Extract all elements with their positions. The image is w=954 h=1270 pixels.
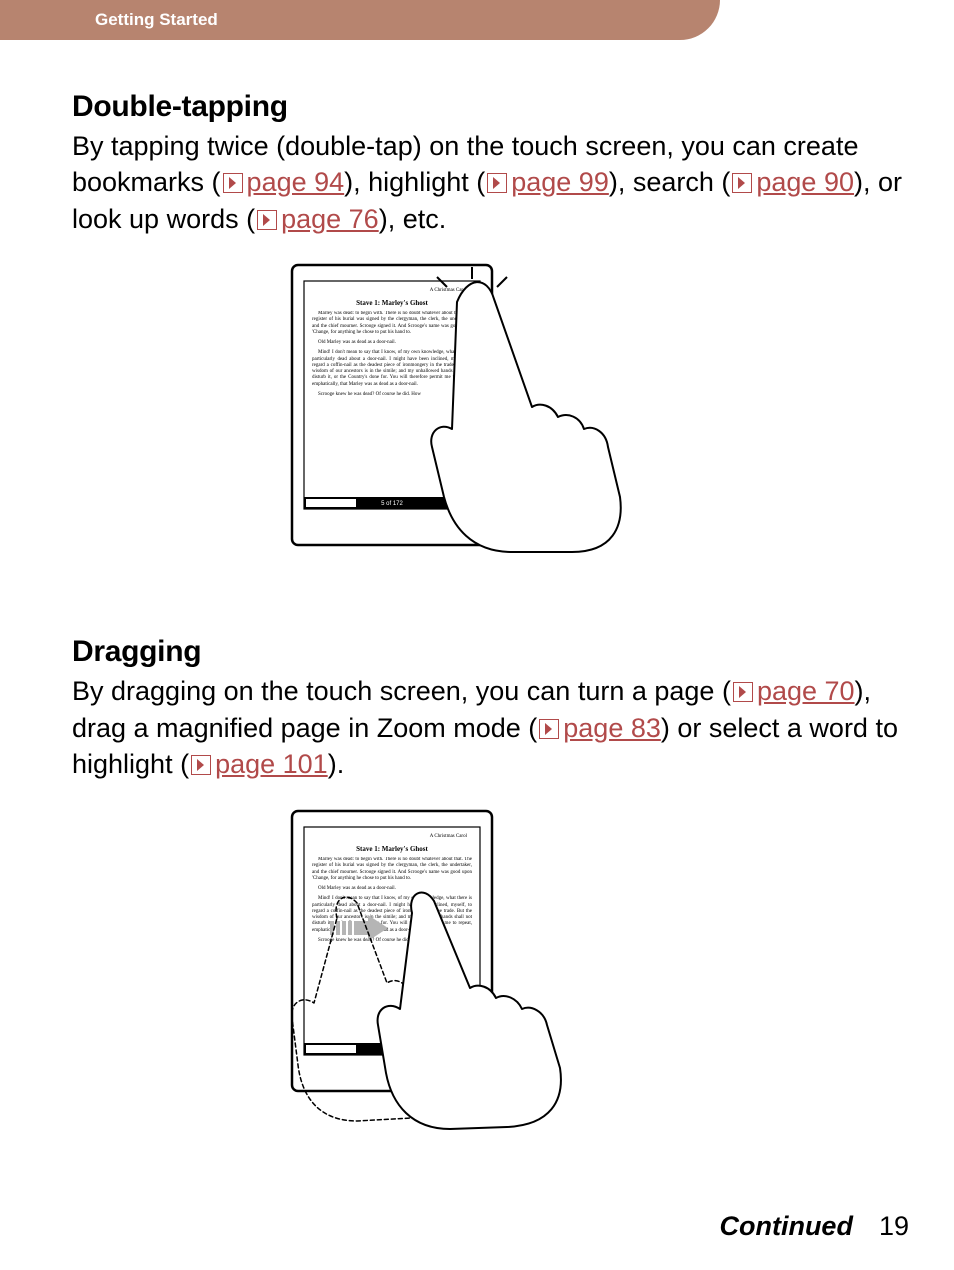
illus2-para2: Old Marley was as dead as a door-nail. [312, 886, 472, 892]
page-number: 19 [879, 1211, 909, 1241]
illus2-book-title: A Christmas Carol [430, 834, 468, 839]
link-page-94[interactable]: page 94 [247, 167, 345, 197]
dragging-illustration: A Christmas Carol Stave 1: Marley's Ghos… [272, 803, 712, 1133]
dragging-body: By dragging on the touch screen, you can… [72, 673, 912, 782]
section-double-tapping: Double-tapping By tapping twice (double-… [72, 90, 912, 557]
section-dragging: Dragging By dragging on the touch screen… [72, 635, 912, 1132]
section-title-dragging: Dragging [72, 635, 912, 669]
continued-label: Continued [719, 1211, 852, 1241]
illus2-para1: Marley was dead: to begin with. There is… [312, 857, 472, 882]
header-tab: Getting Started [0, 0, 720, 40]
crossref-icon [487, 173, 507, 193]
hand-icon [431, 282, 621, 552]
double-tap-illustration: A Christmas Carol Stave 1: Marley's Ghos… [272, 257, 712, 557]
text-run: ). [328, 749, 345, 779]
link-page-101[interactable]: page 101 [215, 749, 328, 779]
illus-para3: Mind! I don't mean to say that I know, o… [312, 351, 472, 389]
double-tapping-body: By tapping twice (double-tap) on the tou… [72, 128, 912, 237]
crossref-icon [191, 755, 211, 775]
link-page-83[interactable]: page 83 [563, 713, 661, 743]
illus2-chapter: Stave 1: Marley's Ghost [356, 845, 428, 853]
text-run: ), search ( [609, 167, 731, 197]
crossref-icon [539, 719, 559, 739]
illus-para1: Marley was dead: to begin with. There is… [312, 311, 472, 336]
illus-chapter: Stave 1: Marley's Ghost [356, 299, 428, 307]
text-run: ), highlight ( [344, 167, 485, 197]
crossref-icon [732, 173, 752, 193]
crossref-icon [733, 682, 753, 702]
illus-page-indicator: 5 of 172 [381, 501, 403, 507]
text-run: ), etc. [379, 204, 447, 234]
text-run: By dragging on the touch screen, you can… [72, 676, 731, 706]
page-content: Double-tapping By tapping twice (double-… [72, 90, 912, 1133]
crossref-icon [223, 173, 243, 193]
section-title-double-tapping: Double-tapping [72, 90, 912, 124]
link-page-90[interactable]: page 90 [756, 167, 854, 197]
link-page-76[interactable]: page 76 [281, 204, 379, 234]
illus-para4: Scrooge knew he was dead? Of course he d… [312, 392, 472, 398]
breadcrumb: Getting Started [95, 10, 218, 30]
illus-para2: Old Marley was as dead as a door-nail. [312, 340, 472, 346]
crossref-icon [257, 210, 277, 230]
link-page-70[interactable]: page 70 [757, 676, 855, 706]
link-page-99[interactable]: page 99 [511, 167, 609, 197]
page-footer: Continued 19 [719, 1211, 909, 1242]
